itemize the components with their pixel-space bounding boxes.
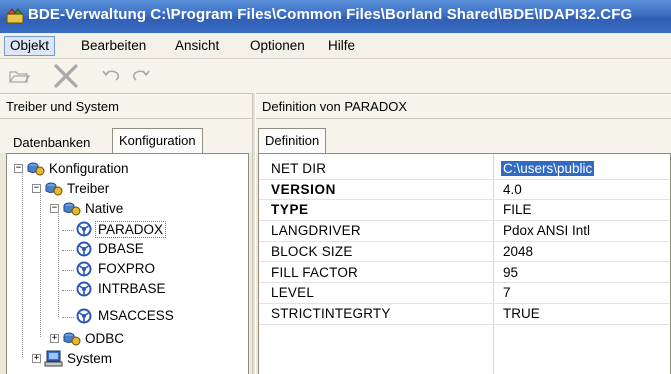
tree-node-intrbase[interactable]: INTRBASE (7, 280, 247, 300)
property-grid[interactable]: NET DIR C:\users\public VERSION 4.0 TYPE… (258, 153, 671, 374)
property-value[interactable]: 4.0 (503, 182, 522, 197)
tree-node-konfiguration[interactable]: − Konfiguration (7, 160, 247, 180)
property-value[interactable]: 95 (503, 265, 518, 280)
right-panel-header-label: Definition von PARADOX (262, 99, 407, 114)
property-key: STRICTINTEGRTY (271, 305, 391, 321)
tree-node-system[interactable]: + System (7, 350, 247, 370)
right-panel-header: Definition von PARADOX (256, 93, 671, 119)
property-value[interactable]: 7 (503, 285, 511, 300)
tab-konfiguration[interactable]: Konfiguration (112, 128, 203, 153)
menu-hilfe[interactable]: Hilfe (322, 36, 361, 56)
driver-icon (76, 261, 92, 277)
tree-node-odbc[interactable]: + ODBC (7, 330, 247, 350)
property-row-net-dir[interactable]: NET DIR C:\users\public (259, 159, 670, 180)
toolbar (0, 59, 671, 93)
tree-label-paradox: PARADOX (95, 221, 167, 238)
tree-node-msaccess[interactable]: MSACCESS (7, 307, 247, 327)
property-value[interactable]: FILE (503, 202, 532, 217)
collapse-icon[interactable]: − (50, 204, 59, 213)
tree-node-dbase[interactable]: DBASE (7, 240, 247, 260)
bde-app-icon (6, 8, 24, 24)
window-title: BDE-Verwaltung C:\Program Files\Common F… (28, 6, 633, 23)
menu-ansicht[interactable]: Ansicht (169, 36, 225, 56)
menu-objekt[interactable]: Objekt (4, 36, 56, 56)
collapse-icon[interactable]: − (14, 164, 23, 173)
menu-bearbeiten[interactable]: Bearbeiten (75, 36, 152, 56)
property-key: LANGDRIVER (271, 223, 361, 239)
tree-label-dbase: DBASE (98, 241, 144, 256)
property-row-type[interactable]: TYPE FILE (259, 200, 670, 222)
property-key: NET DIR (271, 161, 327, 176)
property-row-langdriver[interactable]: LANGDRIVER Pdox ANSI Intl (259, 221, 670, 242)
tab-definition[interactable]: Definition (258, 128, 327, 153)
title-bar[interactable]: BDE-Verwaltung C:\Program Files\Common F… (0, 0, 671, 33)
computer-icon (44, 350, 63, 367)
menu-optionen[interactable]: Optionen (244, 36, 311, 56)
left-panel-header: Treiber und System (0, 93, 252, 119)
property-key: LEVEL (271, 285, 315, 301)
open-icon[interactable] (8, 65, 30, 87)
property-row-level[interactable]: LEVEL 7 (259, 283, 670, 304)
driver-icon (76, 281, 92, 297)
undo-icon[interactable] (100, 65, 122, 87)
tree-node-treiber[interactable]: − Treiber (7, 180, 247, 200)
tree-label-foxpro: FOXPRO (98, 261, 156, 276)
property-row-fill-factor[interactable]: FILL FACTOR 95 (259, 263, 670, 284)
left-panel-header-label: Treiber und System (6, 99, 119, 114)
driver-icon (76, 308, 92, 324)
property-value[interactable]: 2048 (503, 244, 533, 259)
driver-icon (76, 221, 92, 237)
property-key: TYPE (271, 202, 309, 218)
tree-label-treiber: Treiber (67, 181, 110, 196)
property-row-strictintegrty[interactable]: STRICTINTEGRTY TRUE (259, 304, 670, 325)
tree-label-intrbase: INTRBASE (98, 281, 166, 296)
property-value[interactable]: Pdox ANSI Intl (503, 223, 590, 238)
database-group-icon (63, 332, 81, 346)
config-tree[interactable]: − Konfiguration − Treiber − Native PARAD… (6, 153, 249, 374)
redo-icon[interactable] (130, 65, 152, 87)
expand-icon[interactable]: + (50, 334, 59, 343)
property-key: VERSION (271, 181, 336, 197)
property-value-input[interactable]: C:\users\public (501, 161, 595, 176)
tree-label-native: Native (85, 201, 124, 216)
delete-icon[interactable] (53, 63, 79, 89)
collapse-icon[interactable]: − (32, 184, 41, 193)
property-row-version[interactable]: VERSION 4.0 (259, 180, 670, 201)
tree-label-odbc: ODBC (85, 331, 125, 346)
tree-node-foxpro[interactable]: FOXPRO (7, 260, 247, 280)
tree-label-system: System (67, 351, 113, 366)
expand-icon[interactable]: + (32, 354, 41, 363)
tab-datenbanken[interactable]: Datenbanken (6, 131, 98, 153)
tree-node-native[interactable]: − Native (7, 200, 247, 220)
property-key: BLOCK SIZE (271, 243, 353, 259)
property-row-block-size[interactable]: BLOCK SIZE 2048 (259, 242, 670, 263)
database-group-icon (45, 182, 63, 196)
driver-icon (76, 241, 92, 257)
tree-label-msaccess: MSACCESS (98, 308, 174, 323)
tree-label-konfiguration: Konfiguration (49, 161, 129, 176)
menu-bar: Objekt Bearbeiten Ansicht Optionen Hilfe (0, 33, 671, 59)
tree-node-paradox[interactable]: PARADOX (7, 220, 247, 240)
property-key: FILL FACTOR (271, 264, 358, 280)
property-value[interactable]: TRUE (503, 306, 540, 321)
database-group-icon (27, 162, 45, 176)
database-group-icon (63, 202, 81, 216)
